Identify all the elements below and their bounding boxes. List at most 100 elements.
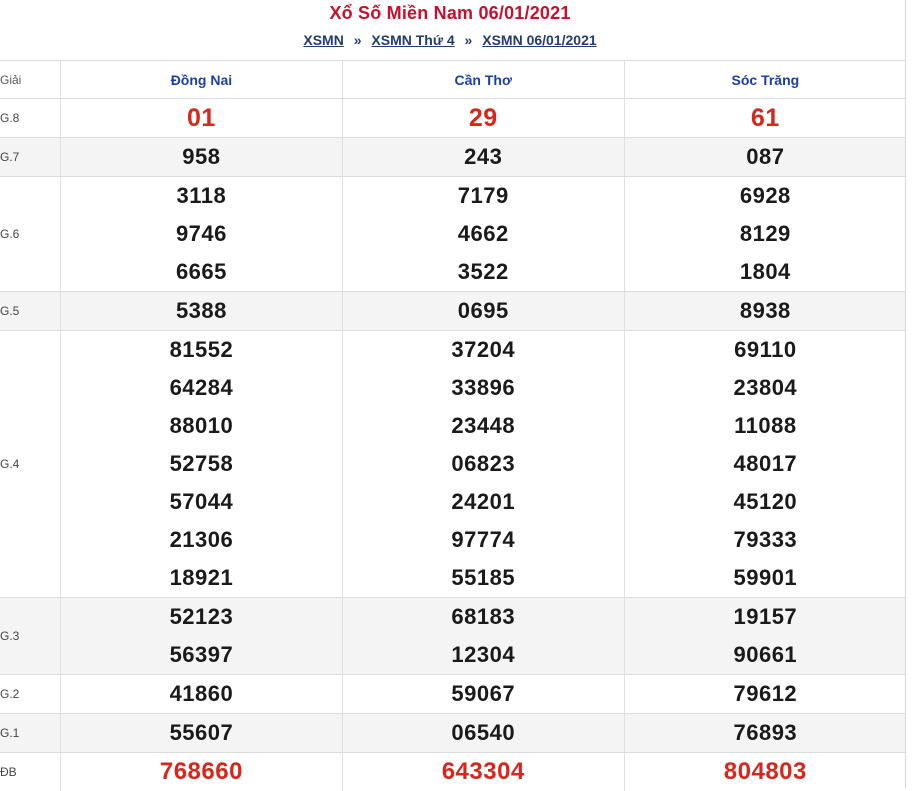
result-number: 97774 xyxy=(343,521,624,559)
breadcrumb-link-xsmn-thu-4[interactable]: XSMN Thứ 4 xyxy=(371,32,454,48)
table-header-row: Giải Đồng Nai Cần Thơ Sóc Trăng xyxy=(0,61,906,99)
province-header-dong-nai: Đồng Nai xyxy=(61,61,343,99)
prize-label: G.8 xyxy=(0,99,61,138)
result-cell-dong-nai: 81552642848801052758570442130618921 xyxy=(61,331,343,598)
prize-row-g6: G.6311897466665717946623522692881291804 xyxy=(0,177,906,292)
result-number: 11088 xyxy=(625,407,906,445)
result-cell-soc-trang: 69110238041108848017451207933359901 xyxy=(624,331,906,598)
result-number: 804803 xyxy=(625,753,906,791)
result-number: 68183 xyxy=(343,598,624,636)
result-cell-can-tho: 6818312304 xyxy=(342,598,624,675)
result-number: 29 xyxy=(343,99,624,137)
result-number: 21306 xyxy=(61,521,342,559)
result-number: 55185 xyxy=(343,559,624,597)
result-cell-soc-trang: 79612 xyxy=(624,675,906,714)
result-number: 087 xyxy=(625,138,906,176)
result-number: 4662 xyxy=(343,215,624,253)
prize-label: G.5 xyxy=(0,292,61,331)
result-number: 24201 xyxy=(343,483,624,521)
result-cell-dong-nai: 01 xyxy=(61,99,343,138)
result-number: 88010 xyxy=(61,407,342,445)
result-number: 76893 xyxy=(625,714,906,752)
result-cell-can-tho: 243 xyxy=(342,138,624,177)
result-number: 48017 xyxy=(625,445,906,483)
result-number: 6665 xyxy=(61,253,342,291)
result-number: 3118 xyxy=(61,177,342,215)
right-border xyxy=(905,0,906,788)
result-number: 59901 xyxy=(625,559,906,597)
result-cell-dong-nai: 311897466665 xyxy=(61,177,343,292)
result-cell-soc-trang: 692881291804 xyxy=(624,177,906,292)
result-number: 57044 xyxy=(61,483,342,521)
prize-label: ĐB xyxy=(0,753,61,791)
result-number: 61 xyxy=(625,99,906,137)
breadcrumb: XSMN » XSMN Thứ 4 » XSMN 06/01/2021 xyxy=(0,32,900,48)
result-number: 8938 xyxy=(625,292,906,330)
breadcrumb-separator: » xyxy=(465,32,473,48)
result-number: 958 xyxy=(61,138,342,176)
result-number: 06540 xyxy=(343,714,624,752)
result-number: 06823 xyxy=(343,445,624,483)
result-number: 23804 xyxy=(625,369,906,407)
result-cell-soc-trang: 804803 xyxy=(624,753,906,791)
prize-label: G.1 xyxy=(0,714,61,753)
result-number: 52123 xyxy=(61,598,342,636)
result-number: 9746 xyxy=(61,215,342,253)
result-cell-dong-nai: 5388 xyxy=(61,292,343,331)
result-number: 69110 xyxy=(625,331,906,369)
result-number: 19157 xyxy=(625,598,906,636)
prize-label: G.7 xyxy=(0,138,61,177)
result-cell-can-tho: 59067 xyxy=(342,675,624,714)
result-cell-soc-trang: 087 xyxy=(624,138,906,177)
result-number: 12304 xyxy=(343,636,624,674)
result-number: 5388 xyxy=(61,292,342,330)
results-table: Giải Đồng Nai Cần Thơ Sóc Trăng G.801296… xyxy=(0,60,906,791)
result-number: 45120 xyxy=(625,483,906,521)
result-number: 243 xyxy=(343,138,624,176)
result-cell-dong-nai: 41860 xyxy=(61,675,343,714)
breadcrumb-separator: » xyxy=(354,32,362,48)
result-number: 79333 xyxy=(625,521,906,559)
result-number: 768660 xyxy=(61,753,342,791)
prize-row-g8: G.8012961 xyxy=(0,99,906,138)
result-number: 41860 xyxy=(61,675,342,713)
page-title: Xổ Số Miền Nam 06/01/2021 xyxy=(0,3,900,24)
prize-row-g1: G.1556070654076893 xyxy=(0,714,906,753)
result-number: 79612 xyxy=(625,675,906,713)
result-cell-dong-nai: 5212356397 xyxy=(61,598,343,675)
prize-column-header: Giải xyxy=(0,61,61,99)
prize-label: G.6 xyxy=(0,177,61,292)
result-number: 643304 xyxy=(343,753,624,791)
prize-row-g5: G.5538806958938 xyxy=(0,292,906,331)
result-cell-can-tho: 29 xyxy=(342,99,624,138)
result-number: 18921 xyxy=(61,559,342,597)
breadcrumb-link-xsmn[interactable]: XSMN xyxy=(303,32,343,48)
result-number: 56397 xyxy=(61,636,342,674)
breadcrumb-link-xsmn-date[interactable]: XSMN 06/01/2021 xyxy=(482,32,596,48)
result-number: 8129 xyxy=(625,215,906,253)
result-cell-soc-trang: 61 xyxy=(624,99,906,138)
result-cell-soc-trang: 8938 xyxy=(624,292,906,331)
result-cell-soc-trang: 1915790661 xyxy=(624,598,906,675)
result-cell-dong-nai: 55607 xyxy=(61,714,343,753)
prize-row-đb: ĐB768660643304804803 xyxy=(0,753,906,791)
result-number: 90661 xyxy=(625,636,906,674)
result-cell-can-tho: 0695 xyxy=(342,292,624,331)
result-number: 37204 xyxy=(343,331,624,369)
result-cell-dong-nai: 768660 xyxy=(61,753,343,791)
result-number: 3522 xyxy=(343,253,624,291)
prize-label: G.2 xyxy=(0,675,61,714)
result-number: 23448 xyxy=(343,407,624,445)
result-number: 0695 xyxy=(343,292,624,330)
prize-row-g7: G.7958243087 xyxy=(0,138,906,177)
result-number: 59067 xyxy=(343,675,624,713)
result-number: 55607 xyxy=(61,714,342,752)
prize-label: G.3 xyxy=(0,598,61,675)
prize-row-g2: G.2418605906779612 xyxy=(0,675,906,714)
result-number: 7179 xyxy=(343,177,624,215)
result-cell-dong-nai: 958 xyxy=(61,138,343,177)
result-cell-soc-trang: 76893 xyxy=(624,714,906,753)
result-number: 1804 xyxy=(625,253,906,291)
prize-row-g3: G.3521235639768183123041915790661 xyxy=(0,598,906,675)
result-number: 81552 xyxy=(61,331,342,369)
